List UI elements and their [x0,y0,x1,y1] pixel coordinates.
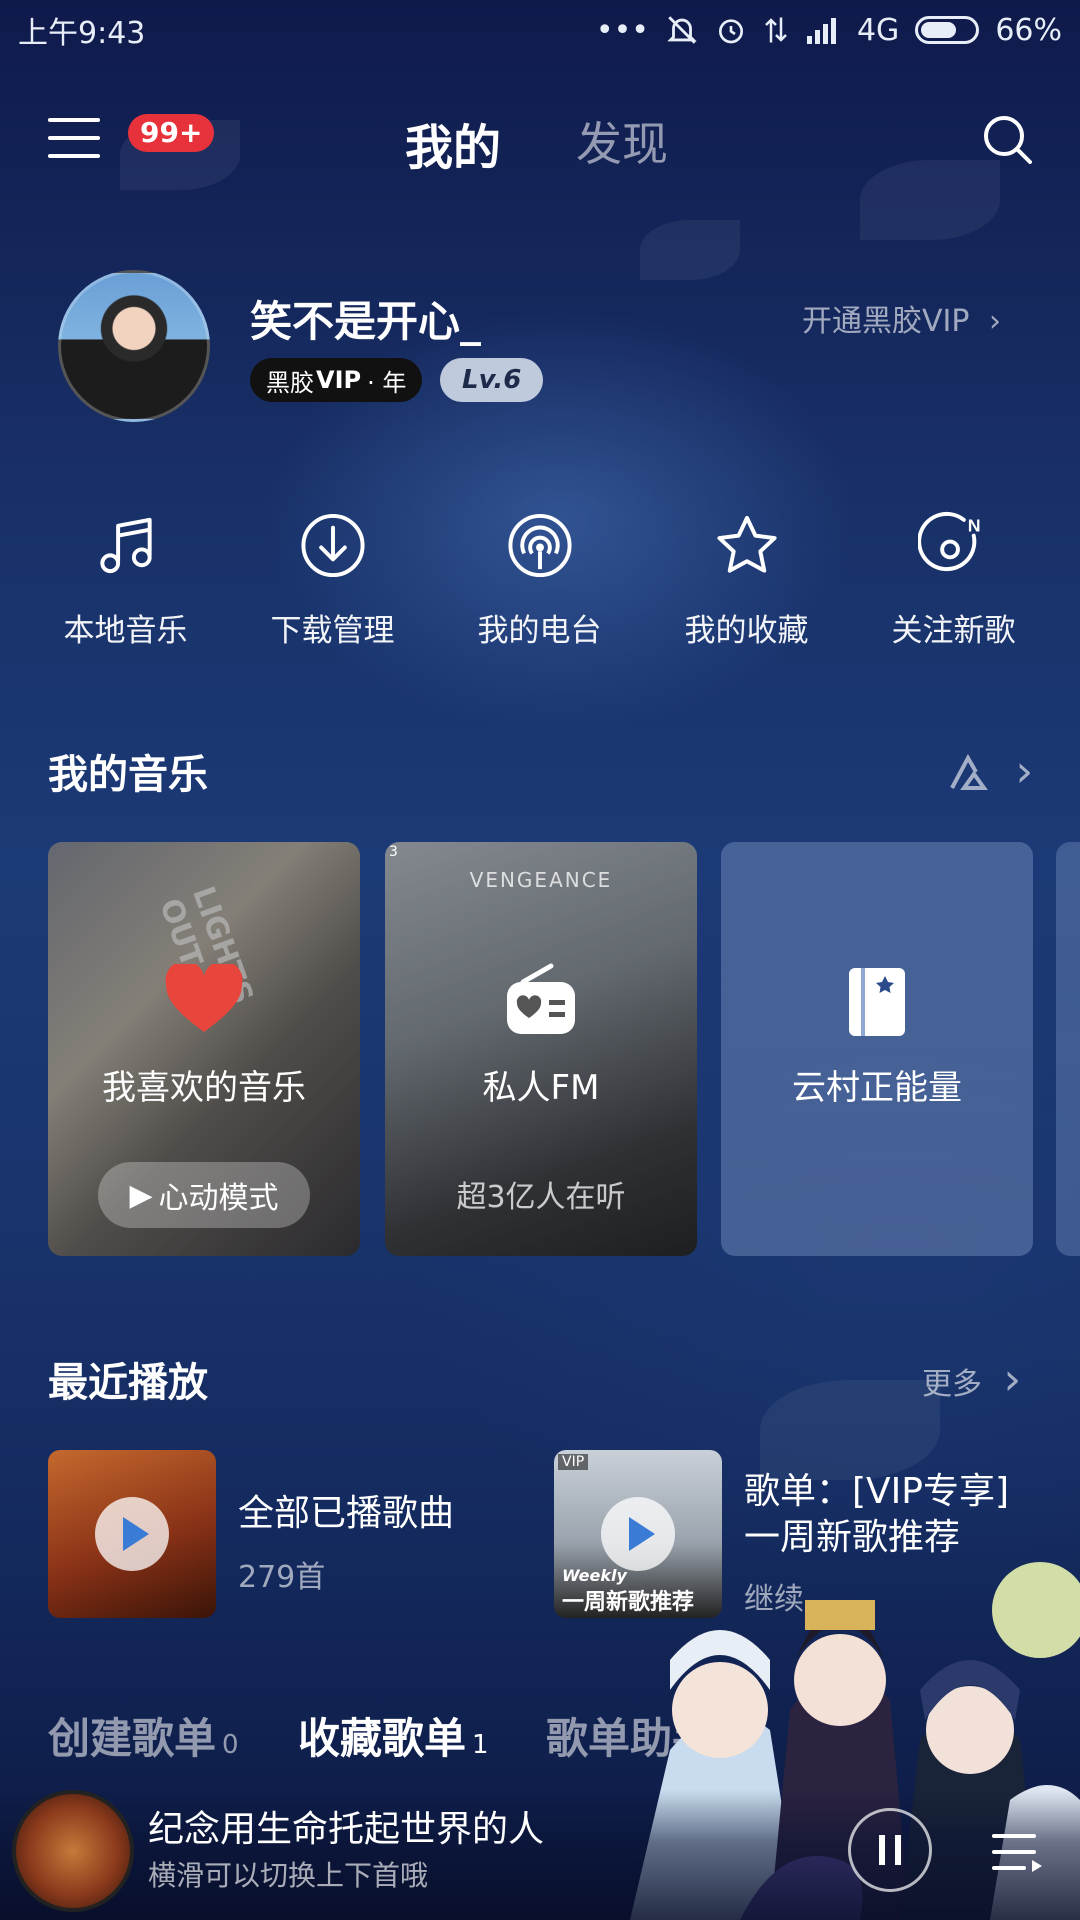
signal-icon [806,18,836,44]
card-content: 私人FM 超3亿人在听 [385,842,697,1256]
book-icon [849,968,905,1036]
recent-item-subtitle: 279首 [238,1560,326,1595]
chart-icon[interactable] [948,753,992,790]
mini-player-title[interactable]: 纪念用生命托起世界的人 [148,1800,544,1852]
vip-badge-mark: VIP [316,366,362,394]
status-time: 上午9:43 [18,16,146,51]
tab-mine[interactable]: 我的 [405,108,501,178]
quick-label: 关注新歌 [891,613,1016,649]
chevron-right-icon: › [989,304,1002,339]
battery-percent: 66% [995,12,1062,48]
recent-more-link[interactable]: 更多 › [922,1354,1021,1405]
open-vip-link[interactable]: 开通黑胶VIP › [802,296,1001,340]
menu-button[interactable]: 99+ [48,114,215,160]
recent-item-title[interactable]: 歌单：[VIP专享] [744,1462,1009,1514]
vip-badge[interactable]: 黑胶 VIP · 年 [250,358,423,402]
recent-title: 最近播放 [48,1360,208,1406]
card-subtitle: 超3亿人在听 [456,1180,626,1215]
mini-play-button[interactable] [848,1808,932,1892]
status-bar: 上午9:43 ••• 4G 66% [0,0,1080,60]
tab-label: 收藏歌单 [298,1714,467,1763]
music-note-icon [99,517,152,574]
my-music-more[interactable]: › [948,746,1033,797]
quick-radio[interactable]: 我的电台 [436,510,643,650]
quick-local-music[interactable]: 本地音乐 [22,510,229,650]
quick-favorites[interactable]: 我的收藏 [643,510,850,650]
quick-label: 我的电台 [477,613,602,649]
card-content: 云村正能量 [721,842,1033,1256]
my-music-title: 我的音乐 [48,752,208,798]
heart-mode-label: 心动模式 [158,1181,279,1216]
menu-line [48,118,100,122]
svg-text:N: N [967,516,980,536]
mini-player-hint: 横滑可以切换上下首哦 [148,1859,429,1892]
tab-label: 创建歌单 [48,1714,217,1763]
quick-label: 我的收藏 [684,613,809,649]
download-icon [300,513,365,578]
data-transfer-icon [765,17,787,43]
play-button[interactable] [95,1497,169,1571]
app-screen: 上午9:43 ••• 4G 66% 99+ 我的 发现 笑不是开心_ 黑胶 VI… [0,0,1080,1920]
tab-collected-playlists[interactable]: 收藏歌单 1 [298,1705,489,1766]
open-vip-label: 开通黑胶VIP [802,304,970,339]
radio-station-icon [507,513,572,578]
mute-icon [667,16,697,44]
pause-icon [879,1835,901,1865]
card-private-fm[interactable]: 3 VENGEANCE 私人FM 超3亿人在听 [385,842,697,1256]
new-song-icon: N [917,511,980,572]
recent-cover-all[interactable] [48,1450,216,1618]
chevron-right-icon: › [1015,746,1034,797]
recent-more-label: 更多 [922,1367,982,1402]
quick-download[interactable]: 下载管理 [229,510,436,650]
alarm-icon [718,19,743,44]
cover-corner-number: 3 [389,844,398,860]
vip-tag: VIP [558,1454,589,1470]
vip-badge-label: 黑胶 [266,368,314,397]
star-icon [716,515,777,573]
playlist-icon[interactable] [990,1830,1046,1874]
mini-player-cover[interactable] [12,1790,134,1912]
tab-count: 0 [222,1730,239,1760]
card-title: 我喜欢的音乐 [102,1068,306,1108]
tab-created-playlists[interactable]: 创建歌单 0 [48,1705,239,1766]
card-peek[interactable] [1056,842,1080,1256]
play-icon: ▶ [129,1177,153,1213]
bg-leaf [640,220,740,280]
status-icons: ••• 4G 66% [596,13,1062,48]
network-type: 4G [856,12,900,48]
tab-discover[interactable]: 发现 [576,108,668,174]
card-liked-music[interactable]: LIGHTS OUT 我喜欢的音乐 ▶ 心动模式 [48,842,360,1256]
recent-item-title[interactable]: 全部已播歌曲 [238,1484,454,1536]
notification-badge: 99+ [128,114,215,152]
mini-player[interactable]: 纪念用生命托起世界的人 横滑可以切换上下首哦 [0,1790,1080,1920]
level-badge[interactable]: Lv.6 [440,358,544,402]
quick-actions: 本地音乐 下载管理 我的电台 我的收藏 N 关注新歌 [0,510,1080,650]
chevron-right-icon: › [1003,1354,1022,1405]
heart-icon [165,964,243,1032]
menu-line [48,154,100,158]
battery-icon [915,16,980,44]
avatar[interactable] [58,270,210,422]
quick-new-songs[interactable]: N 关注新歌 [850,510,1057,650]
username[interactable]: 笑不是开心_ [250,288,481,349]
more-dots-icon: ••• [595,12,649,48]
quick-label: 本地音乐 [63,613,188,649]
heart-mode-button[interactable]: ▶ 心动模式 [98,1162,310,1228]
quick-label: 下载管理 [270,613,395,649]
card-title: 云村正能量 [792,1068,962,1108]
tab-count: 1 [472,1730,489,1760]
card-cloud-village[interactable]: 云村正能量 [721,842,1033,1256]
cover-text: VENGEANCE [469,868,613,892]
vip-badge-period: · 年 [367,368,407,397]
card-title: 私人FM [482,1068,600,1108]
top-header: 99+ 我的 发现 [0,90,1080,190]
search-icon[interactable] [980,112,1036,168]
card-content: 我喜欢的音乐 ▶ 心动模式 [48,842,360,1256]
radio-icon [507,963,575,1034]
menu-line [48,136,100,140]
battery-fill [921,22,956,38]
